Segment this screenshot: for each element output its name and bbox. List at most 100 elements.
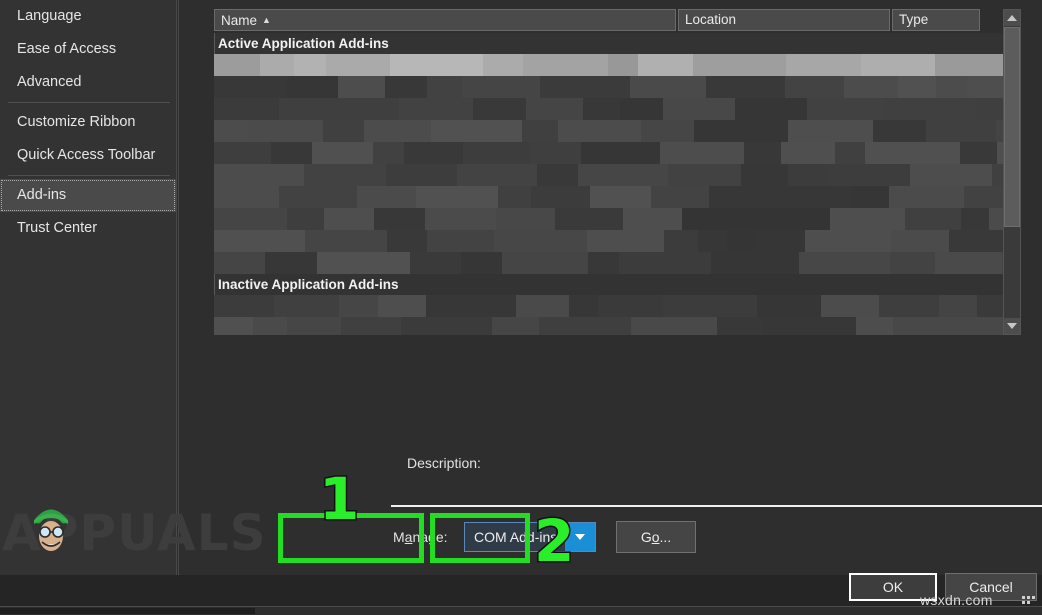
redacted-cell	[835, 142, 865, 164]
manage-combobox[interactable]: COM Add-ins	[464, 522, 596, 552]
sidebar-item-add-ins[interactable]: Add-ins	[0, 179, 176, 212]
sidebar-item-customize-ribbon[interactable]: Customize Ribbon	[0, 106, 176, 139]
go-button[interactable]: Go...	[616, 521, 696, 553]
sidebar-item-label: Language	[17, 8, 82, 24]
table-row[interactable]	[214, 164, 1003, 186]
go-button-accelerator: o	[651, 529, 660, 545]
table-row[interactable]	[214, 98, 1003, 120]
scrollbar-thumb[interactable]	[1004, 27, 1020, 227]
redacted-cell	[287, 76, 338, 98]
table-row[interactable]	[214, 54, 1003, 76]
list-vertical-scrollbar[interactable]	[1003, 9, 1021, 335]
sidebar-divider	[8, 102, 170, 103]
redacted-cell	[873, 120, 926, 142]
redacted-cell	[663, 295, 757, 317]
redacted-cell	[374, 208, 425, 230]
redacted-cell	[523, 54, 608, 76]
addins-content-pane: Name ▲ Location Type Active Application A…	[178, 0, 1042, 575]
redacted-cell	[788, 164, 829, 186]
manage-combobox-dropdown-button[interactable]	[565, 523, 595, 551]
column-header-type[interactable]: Type	[892, 9, 980, 31]
redacted-cell	[496, 208, 555, 230]
scroll-down-button[interactable]	[1004, 318, 1020, 334]
redacted-cell	[214, 76, 287, 98]
redacted-cell	[788, 120, 873, 142]
redacted-active-addin-rows[interactable]	[214, 54, 1003, 274]
redacted-cell	[660, 142, 744, 164]
window-horizontal-scrollbar-thumb[interactable]	[0, 608, 255, 614]
manage-combobox-value: COM Add-ins	[474, 529, 558, 545]
redacted-cell	[977, 295, 1003, 317]
redacted-inactive-addin-rows[interactable]	[214, 295, 1003, 335]
list-column-header-row: Name ▲ Location Type	[214, 9, 1003, 31]
redacted-cell	[992, 164, 1003, 186]
redacted-cell	[248, 120, 323, 142]
redacted-cell	[741, 164, 788, 186]
sidebar-item-label: Customize Ribbon	[17, 114, 136, 130]
redacted-cell	[312, 142, 373, 164]
redacted-cell	[457, 164, 537, 186]
column-header-location[interactable]: Location	[678, 9, 890, 31]
redacted-cell	[706, 76, 785, 98]
redacted-cell	[664, 230, 698, 252]
scroll-up-button[interactable]	[1004, 10, 1020, 26]
table-row[interactable]	[214, 142, 1003, 164]
redacted-cell	[214, 186, 279, 208]
redacted-cell	[884, 98, 976, 120]
redacted-cell	[399, 98, 473, 120]
table-row[interactable]	[214, 252, 1003, 274]
ok-button[interactable]: OK	[849, 573, 937, 601]
table-row[interactable]	[214, 186, 1003, 208]
table-row[interactable]	[214, 208, 1003, 230]
addins-list[interactable]: Active Application Add-ins Inactive Appl…	[214, 33, 1003, 335]
table-row[interactable]	[214, 317, 1003, 335]
redacted-cell	[578, 164, 668, 186]
cancel-button[interactable]: Cancel	[945, 573, 1037, 601]
options-dialog: Language Ease of Access Advanced Customize …	[0, 0, 1042, 615]
redacted-cell	[461, 252, 502, 274]
redacted-cell	[757, 295, 821, 317]
table-row[interactable]	[214, 120, 1003, 142]
redacted-cell	[996, 120, 1003, 142]
sidebar-item-ease-of-access[interactable]: Ease of Access	[0, 33, 176, 66]
redacted-cell	[717, 317, 762, 335]
redacted-cell	[727, 230, 756, 252]
sidebar-item-language[interactable]: Language	[0, 0, 176, 33]
table-row[interactable]	[214, 295, 1003, 317]
redacted-cell	[756, 186, 851, 208]
redacted-cell	[891, 230, 949, 252]
redacted-cell	[386, 164, 457, 186]
redacted-cell	[357, 186, 416, 208]
redacted-cell	[401, 317, 492, 335]
redacted-cell	[785, 76, 844, 98]
sidebar-item-trust-center[interactable]: Trust Center	[0, 212, 176, 245]
sidebar-item-quick-access-toolbar[interactable]: Quick Access Toolbar	[0, 139, 176, 172]
redacted-cell	[581, 142, 660, 164]
redacted-cell	[935, 54, 996, 76]
redacted-cell	[844, 76, 898, 98]
redacted-cell	[404, 142, 463, 164]
table-row[interactable]	[214, 230, 1003, 252]
sidebar-item-advanced[interactable]: Advanced	[0, 66, 176, 99]
redacted-cell	[390, 54, 483, 76]
table-row[interactable]	[214, 76, 1003, 98]
redacted-cell	[781, 142, 835, 164]
redacted-cell	[608, 54, 638, 76]
redacted-cell	[492, 317, 539, 335]
redacted-cell	[939, 295, 977, 317]
redacted-cell	[463, 142, 530, 164]
redacted-cell	[631, 317, 717, 335]
redacted-cell	[214, 54, 260, 76]
redacted-cell	[373, 98, 399, 120]
scroll-down-arrow-icon	[1007, 323, 1017, 329]
redacted-cell	[905, 208, 961, 230]
go-button-suffix: ...	[659, 529, 672, 545]
redacted-cell	[989, 208, 1003, 230]
redacted-cell	[305, 230, 387, 252]
manage-label-prefix: M	[393, 529, 405, 545]
redacted-cell	[260, 54, 294, 76]
redacted-cell	[861, 54, 935, 76]
column-header-name[interactable]: Name ▲	[214, 9, 676, 31]
redacted-cell	[426, 295, 516, 317]
redacted-cell	[317, 252, 410, 274]
